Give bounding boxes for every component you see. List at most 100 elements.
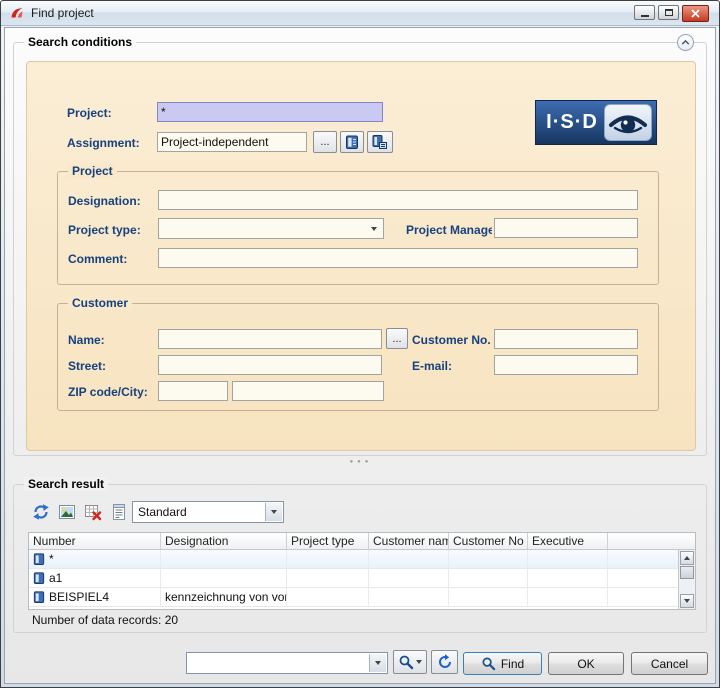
cell-executive: [528, 569, 608, 587]
search-conditions-group: Search conditions Project: I·S·D: [13, 42, 707, 456]
combo-arrow-button[interactable]: [265, 503, 282, 521]
project-item-icon: [33, 590, 45, 604]
cell-project-type: [287, 569, 369, 587]
cell-project-type: [287, 550, 369, 568]
refresh-results-button[interactable]: [30, 501, 52, 523]
customer-name-input[interactable]: [158, 329, 382, 349]
quick-find-select[interactable]: [186, 652, 388, 674]
assignment-input[interactable]: [157, 132, 307, 152]
customer-group: Customer Name: ... Customer No. Street: …: [57, 303, 659, 411]
customer-no-input[interactable]: [494, 329, 638, 349]
document-workspace-icon: [372, 134, 388, 150]
cell-number: a1: [29, 569, 161, 587]
result-view-select[interactable]: Standard: [132, 501, 284, 523]
maximize-icon: [665, 9, 673, 16]
column-header-customer-name[interactable]: Customer name: [369, 533, 449, 549]
cell-designation: [161, 550, 287, 568]
cell-project-type: [287, 588, 369, 606]
comment-input[interactable]: [158, 248, 638, 268]
find-button-label: Find: [501, 657, 524, 671]
cell-customer-no: [449, 569, 528, 587]
print-list-button[interactable]: [108, 501, 130, 523]
dropdown-arrow-icon: [416, 660, 422, 664]
project-label: Project:: [67, 106, 112, 120]
column-header-designation[interactable]: Designation: [161, 533, 287, 549]
project-type-select[interactable]: [158, 218, 384, 239]
assignment-workspace-button[interactable]: [367, 131, 393, 153]
dropdown-arrow-icon: [375, 661, 381, 665]
customer-browse-button[interactable]: ...: [386, 328, 408, 349]
maximize-button[interactable]: [658, 5, 679, 20]
arrow-up-icon: [684, 556, 690, 560]
window-title: Find project: [31, 6, 94, 20]
table-row[interactable]: BEISPIEL4 kennzeichnung von von: [29, 588, 678, 607]
cell-filler: [608, 550, 678, 568]
scroll-down-button[interactable]: [680, 594, 694, 608]
project-type-label: Project type:: [68, 223, 141, 237]
minimize-button[interactable]: [634, 5, 655, 20]
cell-number: *: [29, 550, 161, 568]
street-label: Street:: [68, 359, 106, 373]
assignment-label: Assignment:: [67, 136, 140, 150]
titlebar: Find project: [1, 1, 719, 26]
refresh-button[interactable]: [431, 650, 458, 674]
assignment-browse-button[interactable]: ...: [313, 131, 337, 153]
email-input[interactable]: [494, 355, 638, 375]
close-icon: [691, 9, 700, 18]
project-item-icon: [33, 552, 45, 566]
dropdown-arrow-icon: [371, 227, 377, 231]
customer-group-label: Customer: [68, 296, 132, 310]
column-header-executive[interactable]: Executive: [528, 533, 608, 549]
project-input[interactable]: [157, 102, 383, 122]
refresh-circle-icon: [437, 654, 453, 670]
cell-number: BEISPIEL4: [29, 588, 161, 606]
conditions-panel: Project: I·S·D Assignment: .: [26, 61, 696, 451]
delete-result-button[interactable]: [82, 501, 104, 523]
designation-input[interactable]: [158, 190, 638, 210]
city-input[interactable]: [232, 381, 384, 401]
column-header-project-type[interactable]: Project type: [287, 533, 369, 549]
cell-filler: [608, 588, 678, 606]
find-button[interactable]: Find: [463, 652, 542, 675]
search-options-button[interactable]: [393, 650, 427, 674]
isd-logo-text: I·S·D: [540, 111, 604, 134]
results-table: Number Designation Project type Customer…: [28, 532, 696, 610]
cell-designation: kennzeichnung von von: [161, 588, 287, 606]
cell-customer-name: [369, 588, 449, 606]
combo-arrow-button[interactable]: [369, 654, 386, 672]
collapse-button[interactable]: [677, 34, 694, 51]
eye-icon: [604, 104, 652, 141]
column-header-customer-no[interactable]: Customer No: [449, 533, 528, 549]
comment-label: Comment:: [68, 252, 127, 266]
assignment-document-button[interactable]: [340, 131, 364, 153]
cancel-button[interactable]: Cancel: [631, 652, 708, 675]
project-group: Project Designation: Project type: Proje…: [57, 171, 659, 285]
zip-input[interactable]: [158, 381, 228, 401]
search-result-group: Search result: [13, 484, 707, 633]
cell-executive: [528, 550, 608, 568]
customer-name-label: Name:: [68, 333, 105, 347]
street-input[interactable]: [158, 355, 382, 375]
scroll-up-button[interactable]: [680, 551, 694, 565]
scrollbar-thumb[interactable]: [680, 566, 694, 579]
delete-grid-icon: [84, 503, 102, 521]
cell-number-text: a1: [49, 571, 62, 585]
app-icon: [9, 5, 25, 21]
table-row[interactable]: a1: [29, 569, 678, 588]
designation-label: Designation:: [68, 194, 141, 208]
project-item-icon: [33, 571, 45, 585]
customer-no-label: Customer No.: [412, 333, 491, 347]
image-icon: [58, 503, 76, 521]
ok-button[interactable]: OK: [548, 652, 624, 675]
column-header-number[interactable]: Number: [29, 533, 161, 549]
preview-image-button[interactable]: [56, 501, 78, 523]
minimize-icon: [641, 15, 649, 17]
table-row[interactable]: *: [29, 550, 678, 569]
splitter-handle[interactable]: ●●●: [335, 459, 387, 465]
zip-city-label: ZIP code/City:: [68, 385, 148, 399]
cell-customer-no: [449, 550, 528, 568]
vertical-scrollbar[interactable]: [678, 550, 695, 609]
project-manager-input[interactable]: [494, 218, 638, 238]
magnifier-icon: [481, 656, 496, 671]
close-button[interactable]: [682, 5, 709, 22]
